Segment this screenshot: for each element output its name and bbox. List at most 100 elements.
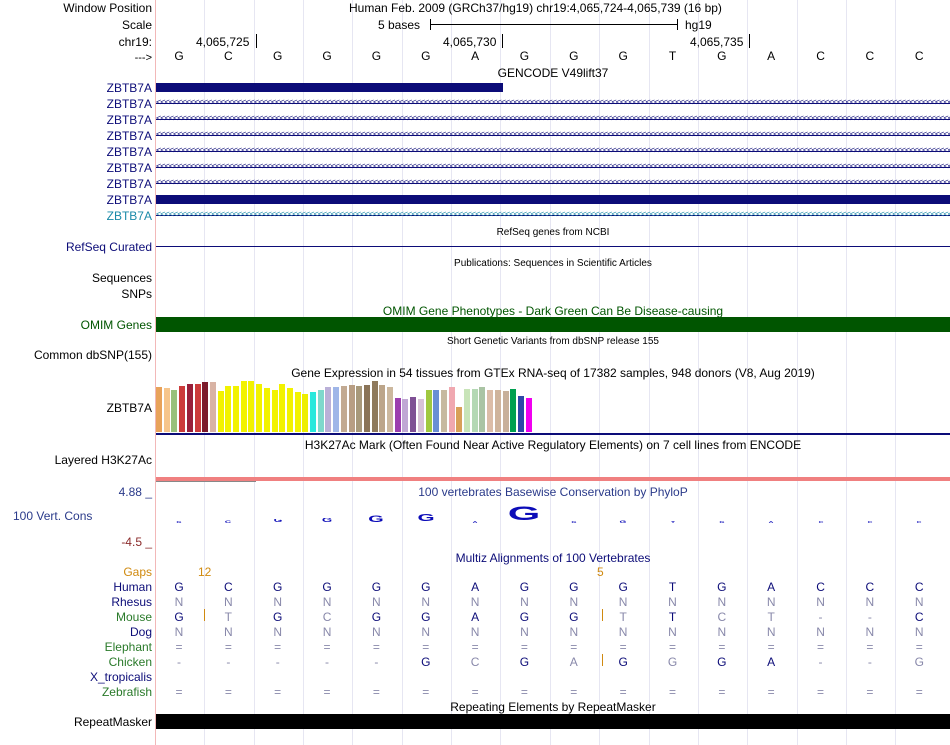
gtex-tissue-bar[interactable] [186, 384, 193, 432]
omim-feature[interactable] [156, 317, 950, 332]
gtex-tissue-bar[interactable] [371, 381, 378, 432]
gtex-tissue-bar[interactable] [217, 391, 224, 432]
gtex-tissue-bar[interactable] [163, 388, 170, 432]
gtex-tissue-bar[interactable] [410, 397, 417, 432]
gtex-tissue-bar[interactable] [279, 384, 286, 432]
alignment-base: G [273, 610, 283, 624]
gtex-tissue-bar[interactable] [271, 390, 278, 432]
gtex-tissue-bar[interactable] [425, 390, 432, 432]
repeatmasker-label[interactable]: RepeatMasker [74, 715, 152, 729]
snps-label[interactable]: SNPs [121, 287, 152, 301]
species-label[interactable]: Chicken [109, 655, 152, 669]
conservation-label[interactable]: 100 Vert. Cons [13, 509, 92, 523]
gtex-tissue-bar[interactable] [202, 382, 209, 432]
refseq-label[interactable]: RefSeq Curated [66, 240, 152, 254]
gtex-tissue-bar[interactable] [394, 398, 401, 432]
gencode-transcript-label[interactable]: ZBTB7A [107, 209, 152, 223]
gtex-tissue-bar[interactable] [248, 381, 255, 432]
gtex-tissue-bar[interactable] [510, 389, 517, 432]
alignment-base: G [273, 580, 283, 594]
gtex-tissue-bar[interactable] [517, 396, 524, 432]
gencode-transcript-1[interactable] [156, 83, 503, 92]
gencode-transcript-9[interactable]: <<<<<<<<<<<<<<<<<<<<<<<<<<<<<<<<<<<<<<<<… [156, 209, 950, 220]
gtex-tissue-bar[interactable] [256, 384, 263, 432]
gencode-transcript-3[interactable]: <<<<<<<<<<<<<<<<<<<<<<<<<<<<<<<<<<<<<<<<… [156, 113, 950, 124]
gtex-label[interactable]: ZBTB7A [107, 401, 152, 415]
alignment-base: C [914, 610, 924, 624]
alignment-base: N [668, 595, 677, 609]
species-label[interactable]: Rhesus [111, 595, 152, 609]
species-label[interactable]: Elephant [105, 640, 152, 654]
gtex-tissue-bar[interactable] [356, 386, 363, 432]
species-label[interactable]: Zebrafish [102, 685, 152, 699]
gtex-tissue-bar[interactable] [448, 387, 455, 432]
gtex-tissue-bar[interactable] [302, 394, 309, 432]
gtex-tissue-bar[interactable] [456, 407, 463, 432]
gtex-tissue-bar[interactable] [464, 389, 470, 432]
gtex-tissue-bar[interactable] [417, 399, 424, 432]
gtex-tissue-bar[interactable] [156, 387, 162, 432]
omim-label[interactable]: OMIM Genes [81, 318, 152, 332]
gtex-tissue-bar[interactable] [363, 385, 370, 432]
gencode-transcript-label[interactable]: ZBTB7A [107, 81, 152, 95]
gtex-tissue-bar[interactable] [294, 392, 301, 432]
gtex-tissue-bar[interactable] [402, 399, 409, 432]
gtex-tissue-bar[interactable] [502, 391, 509, 432]
alignment-base: = [817, 640, 825, 654]
h3k27ac-label[interactable]: Layered H3K27Ac [55, 453, 152, 467]
refseq-line[interactable] [156, 246, 950, 247]
species-label[interactable]: Human [113, 580, 152, 594]
gencode-transcript-label[interactable]: ZBTB7A [107, 113, 152, 127]
gtex-tissue-bar[interactable] [194, 384, 201, 432]
gencode-transcript-2[interactable]: <<<<<<<<<<<<<<<<<<<<<<<<<<<<<<<<<<<<<<<<… [156, 97, 950, 108]
gencode-transcript-7[interactable]: <<<<<<<<<<<<<<<<<<<<<<<<<<<<<<<<<<<<<<<<… [156, 177, 950, 188]
repeatmasker-element[interactable] [156, 714, 950, 729]
gencode-transcript-label[interactable]: ZBTB7A [107, 97, 152, 111]
gencode-transcript-8[interactable] [156, 195, 950, 204]
gencode-transcript-label[interactable]: ZBTB7A [107, 177, 152, 191]
gtex-tissue-bar[interactable] [333, 387, 340, 432]
gtex-tissue-bar[interactable] [317, 390, 324, 432]
conservation-logo-track[interactable]: GCGGGGAGGGTGACCC [156, 500, 950, 530]
gtex-bar-chart[interactable] [156, 380, 556, 432]
dbsnp-label[interactable]: Common dbSNP(155) [34, 348, 152, 362]
gtex-tissue-bar[interactable] [286, 388, 293, 432]
gaps-label[interactable]: Gaps [123, 565, 152, 579]
gtex-tissue-bar[interactable] [471, 389, 478, 432]
gtex-tissue-bar[interactable] [494, 390, 501, 432]
gtex-tissue-bar[interactable] [179, 386, 186, 432]
gtex-tissue-bar[interactable] [310, 392, 316, 432]
gtex-tissue-bar[interactable] [340, 386, 347, 432]
gtex-tissue-bar[interactable] [263, 388, 270, 432]
gencode-transcript-4[interactable]: <<<<<<<<<<<<<<<<<<<<<<<<<<<<<<<<<<<<<<<<… [156, 129, 950, 140]
h3k27ac-signal[interactable] [156, 477, 950, 481]
gtex-tissue-bar[interactable] [487, 390, 494, 432]
gtex-tissue-bar[interactable] [209, 382, 216, 432]
gtex-tissue-bar[interactable] [225, 386, 232, 432]
publications-label[interactable]: Sequences [92, 271, 152, 285]
gtex-tissue-bar[interactable] [171, 390, 178, 432]
gencode-transcript-label[interactable]: ZBTB7A [107, 161, 152, 175]
alignment-base: = [866, 685, 874, 699]
publications-title: Publications: Sequences in Scientific Ar… [454, 258, 652, 269]
alignment-base: = [175, 685, 183, 699]
gtex-tissue-bar[interactable] [379, 385, 386, 432]
gtex-tissue-bar[interactable] [325, 387, 332, 432]
gencode-transcript-6[interactable]: <<<<<<<<<<<<<<<<<<<<<<<<<<<<<<<<<<<<<<<<… [156, 161, 950, 172]
gtex-tissue-bar[interactable] [440, 390, 447, 432]
gtex-tissue-bar[interactable] [233, 386, 239, 432]
species-label[interactable]: Mouse [116, 610, 152, 624]
gencode-transcript-label[interactable]: ZBTB7A [107, 145, 152, 159]
alignment-base: N [372, 595, 381, 609]
species-label[interactable]: X_tropicalis [90, 670, 152, 684]
gencode-transcript-5[interactable]: <<<<<<<<<<<<<<<<<<<<<<<<<<<<<<<<<<<<<<<<… [156, 145, 950, 156]
gencode-transcript-label[interactable]: ZBTB7A [107, 129, 152, 143]
gtex-tissue-bar[interactable] [240, 381, 247, 432]
species-label[interactable]: Dog [130, 625, 152, 639]
gtex-tissue-bar[interactable] [479, 387, 486, 432]
gencode-transcript-label[interactable]: ZBTB7A [107, 193, 152, 207]
gtex-tissue-bar[interactable] [433, 390, 440, 432]
gtex-tissue-bar[interactable] [525, 398, 532, 432]
gtex-tissue-bar[interactable] [348, 385, 355, 432]
gtex-tissue-bar[interactable] [387, 387, 393, 432]
